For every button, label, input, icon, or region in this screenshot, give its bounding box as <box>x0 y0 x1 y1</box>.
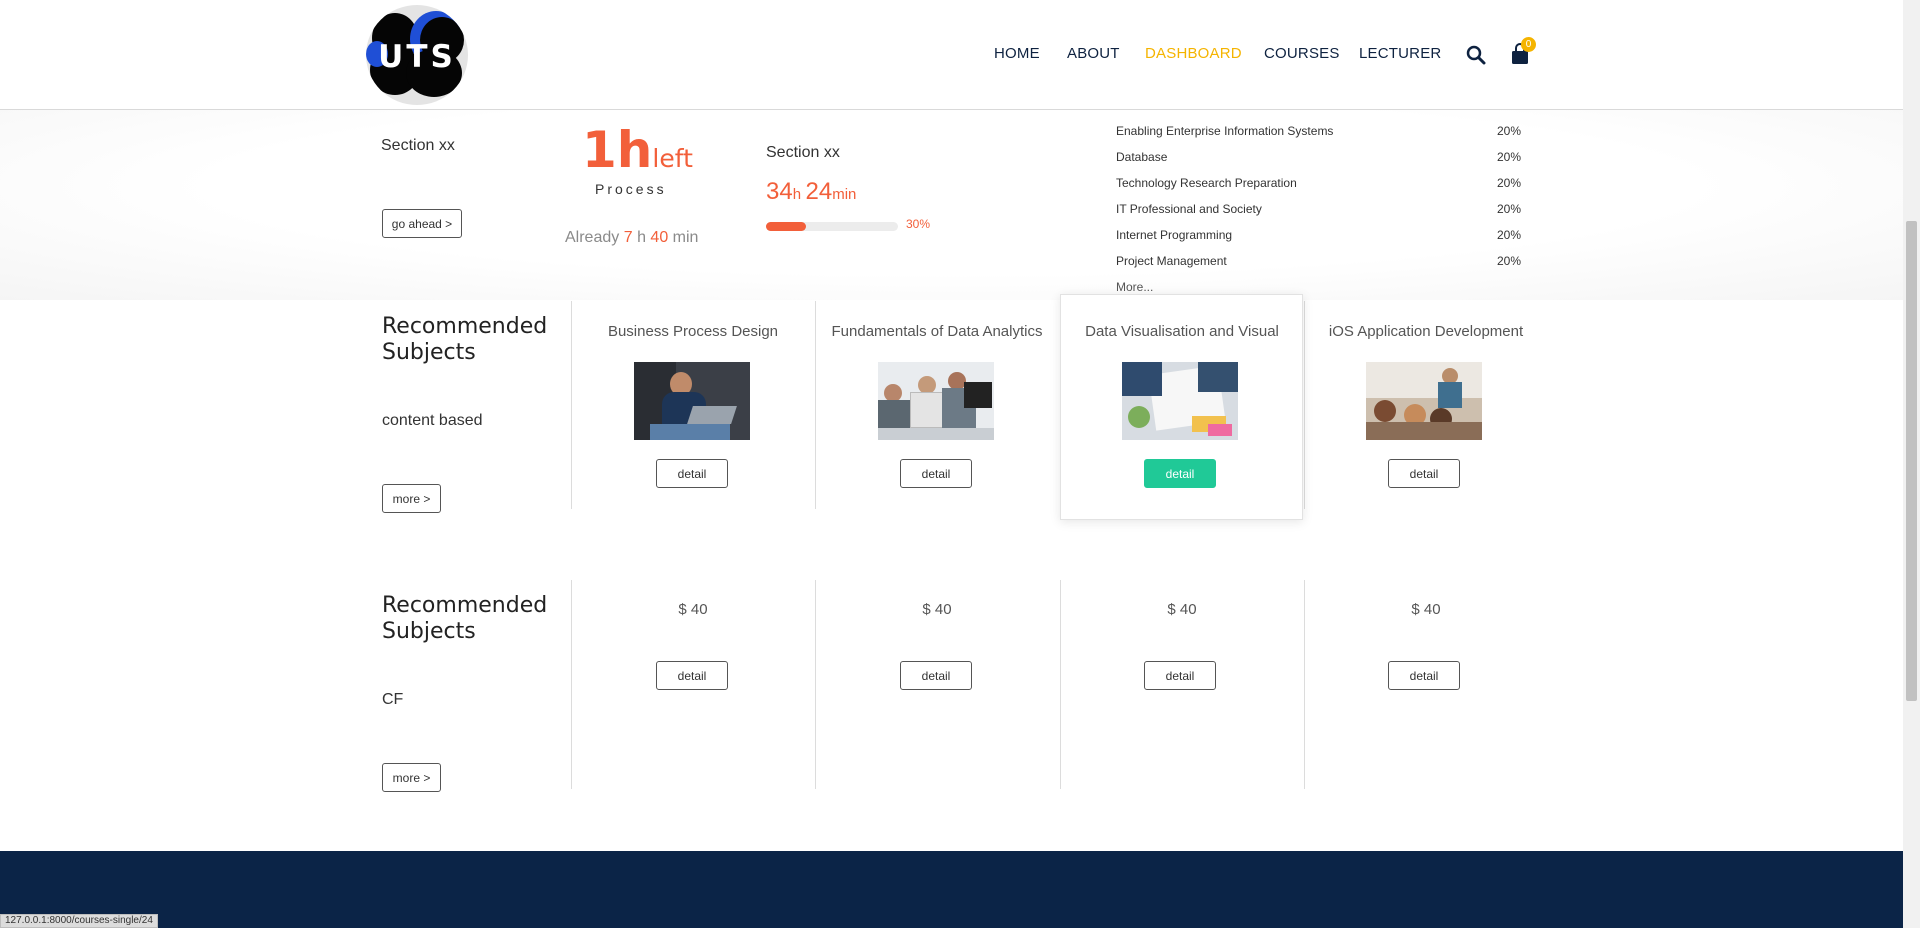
section-label-right: Section xx <box>766 144 840 161</box>
logo-text: UTS <box>378 39 456 75</box>
section-minutes: 24 <box>805 178 833 205</box>
section-time: 34h 24min <box>766 178 856 206</box>
subject-item: Technology Research Preparation <box>1116 176 1297 190</box>
cart-count-badge: 0 <box>1521 37 1536 52</box>
already-prefix: Already <box>565 229 620 246</box>
course-price: $ 40 <box>922 601 952 618</box>
course-price: $ 40 <box>678 601 708 618</box>
rec-cf-title: Recommended Subjects <box>382 593 547 645</box>
detail-button[interactable]: detail <box>1388 661 1460 690</box>
course-thumbnail[interactable] <box>634 362 750 440</box>
nav-home[interactable]: HOME <box>994 45 1040 62</box>
nav-lecturer[interactable]: LECTURER <box>1359 45 1441 62</box>
section-progress-percent: 30% <box>906 217 931 231</box>
nav-courses[interactable]: COURSES <box>1264 45 1340 62</box>
course-name[interactable]: Fundamentals of Data Analytics <box>815 323 1059 340</box>
rec-content-more-button[interactable]: more > <box>382 484 441 513</box>
rec-cf-more-button[interactable]: more > <box>382 763 441 792</box>
nav-dashboard[interactable]: DASHBOARD <box>1145 45 1242 62</box>
rec-cf-title-line2: Subjects <box>382 619 476 644</box>
uts-logo[interactable]: UTS <box>366 5 468 105</box>
subject-item: Database <box>1116 150 1168 164</box>
rec-content-title-line2: Subjects <box>382 340 476 365</box>
progress-section-background <box>0 110 1903 300</box>
course-price: $ 40 <box>1411 601 1441 618</box>
section-label: Section xx <box>381 137 455 154</box>
rec-content-title: Recommended Subjects <box>382 314 547 366</box>
course-name[interactable]: Business Process Design <box>571 323 815 340</box>
detail-button[interactable]: detail <box>900 459 972 488</box>
subject-pct: 20% <box>1497 254 1522 268</box>
process-caption: Process <box>595 181 667 197</box>
course-price: $ 40 <box>1167 601 1197 618</box>
course-thumbnail[interactable] <box>1122 362 1238 440</box>
already-hours: 7 <box>623 229 633 246</box>
rec-cf-subtitle: CF <box>382 691 404 708</box>
detail-button[interactable]: detail <box>656 459 728 488</box>
rec-content-subtitle: content based <box>382 412 483 429</box>
site-header: UTS HOME ABOUT DASHBOARD COURSES LECTURE… <box>0 0 1903 110</box>
detail-button[interactable]: detail <box>1144 459 1216 488</box>
time-left: 1hleft <box>582 121 693 179</box>
course-name[interactable]: iOS Application Development <box>1304 323 1548 340</box>
section-progress-fill <box>766 222 806 231</box>
search-icon[interactable] <box>1466 45 1486 65</box>
status-bar-url: 127.0.0.1:8000/courses-single/24 <box>0 914 158 928</box>
course-thumbnail[interactable] <box>878 362 994 440</box>
time-left-suffix: left <box>652 144 693 173</box>
subject-pct: 20% <box>1497 228 1522 242</box>
time-left-unit: h <box>616 121 653 179</box>
site-footer <box>0 851 1903 928</box>
course-thumbnail[interactable] <box>1366 362 1482 440</box>
subject-pct: 20% <box>1497 150 1522 164</box>
time-left-value: 1 <box>582 121 617 179</box>
rec-content-title-line1: Recommended <box>382 314 548 339</box>
subject-item: Enabling Enterprise Information Systems <box>1116 124 1334 138</box>
detail-button[interactable]: detail <box>656 661 728 690</box>
subject-item: IT Professional and Society <box>1116 202 1262 216</box>
already-minutes: 40 <box>650 229 669 246</box>
subjects-more-link[interactable]: More... <box>1116 280 1153 294</box>
subject-pct: 20% <box>1497 202 1522 216</box>
section-hours: 34 <box>766 178 793 205</box>
go-ahead-button[interactable]: go ahead > <box>382 209 462 238</box>
detail-button[interactable]: detail <box>1388 459 1460 488</box>
subject-item: Project Management <box>1116 254 1227 268</box>
nav-about[interactable]: ABOUT <box>1067 45 1120 62</box>
section-min: min <box>832 186 857 203</box>
detail-button[interactable]: detail <box>1144 661 1216 690</box>
already-h: h <box>637 229 646 246</box>
already-time: Already 7 h 40 min <box>565 229 698 247</box>
course-name[interactable]: Data Visualisation and Visual <box>1060 323 1304 340</box>
scrollbar-thumb[interactable] <box>1906 221 1917 701</box>
subject-item: Internet Programming <box>1116 228 1233 242</box>
detail-button[interactable]: detail <box>900 661 972 690</box>
rec-cf-title-line1: Recommended <box>382 593 548 618</box>
section-h: h <box>792 186 802 203</box>
section-progress-track <box>766 222 898 231</box>
already-min: min <box>672 229 699 246</box>
subject-pct: 20% <box>1497 176 1522 190</box>
subject-pct: 20% <box>1497 124 1522 138</box>
